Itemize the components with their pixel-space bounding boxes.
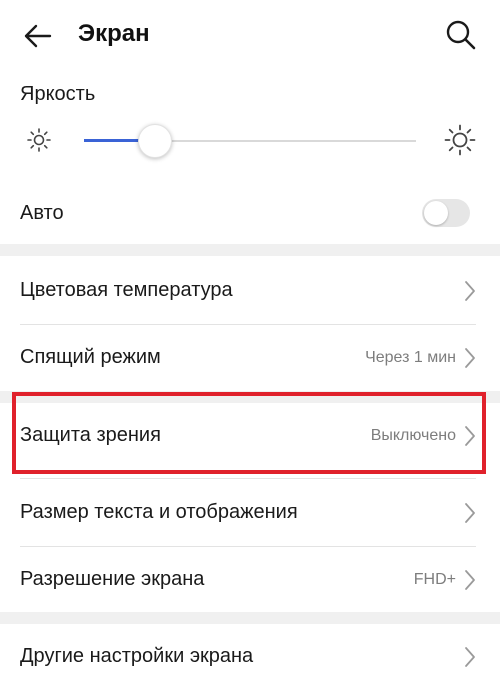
brightness-low-icon: [27, 128, 51, 152]
more-display-settings-label: Другие настройки экрана: [20, 645, 254, 667]
brightness-label: Яркость: [20, 83, 96, 105]
screen-resolution-label: Разрешение экрана: [20, 568, 205, 590]
brightness-slider[interactable]: [84, 124, 416, 158]
section-divider: [0, 612, 500, 624]
eye-comfort-item[interactable]: Защита зрения Выключено: [0, 403, 500, 469]
search-icon: [446, 20, 476, 50]
search-button[interactable]: [444, 18, 478, 52]
sleep-mode-value: Через 1 мин: [365, 349, 456, 366]
eye-comfort-label: Защита зрения: [20, 424, 161, 446]
chevron-right-icon: [465, 281, 475, 301]
chevron-right-icon: [465, 647, 475, 667]
text-display-size-label: Размер текста и отображения: [20, 501, 298, 523]
sleep-mode-item[interactable]: Спящий режим Через 1 мин: [0, 325, 500, 391]
back-button[interactable]: [20, 18, 56, 54]
auto-brightness-label: Авто: [20, 202, 64, 224]
row-divider: [20, 478, 476, 479]
text-display-size-item[interactable]: Размер текста и отображения: [0, 480, 500, 546]
color-temperature-item[interactable]: Цветовая температура: [0, 258, 500, 324]
chevron-right-icon: [465, 348, 475, 368]
page-title: Экран: [78, 20, 150, 47]
color-temperature-label: Цветовая температура: [20, 279, 233, 301]
chevron-right-icon: [465, 503, 475, 523]
eye-comfort-value: Выключено: [370, 427, 456, 444]
brightness-slider-thumb[interactable]: [137, 124, 172, 158]
app-header: Экран: [0, 0, 500, 70]
brightness-high-icon: [444, 124, 476, 156]
auto-brightness-row[interactable]: Авто: [0, 182, 500, 244]
screen-resolution-item[interactable]: Разрешение экрана FHD+: [0, 547, 500, 613]
more-display-settings-item[interactable]: Другие настройки экрана: [0, 624, 500, 690]
section-divider: [0, 244, 500, 256]
section-divider: [0, 391, 500, 403]
toggle-knob: [424, 201, 448, 225]
screen-resolution-value: FHD+: [413, 571, 456, 588]
auto-brightness-toggle[interactable]: [422, 199, 470, 227]
chevron-right-icon: [465, 570, 475, 590]
arrow-left-icon: [24, 24, 52, 48]
sleep-mode-label: Спящий режим: [20, 346, 161, 368]
chevron-right-icon: [465, 426, 475, 446]
